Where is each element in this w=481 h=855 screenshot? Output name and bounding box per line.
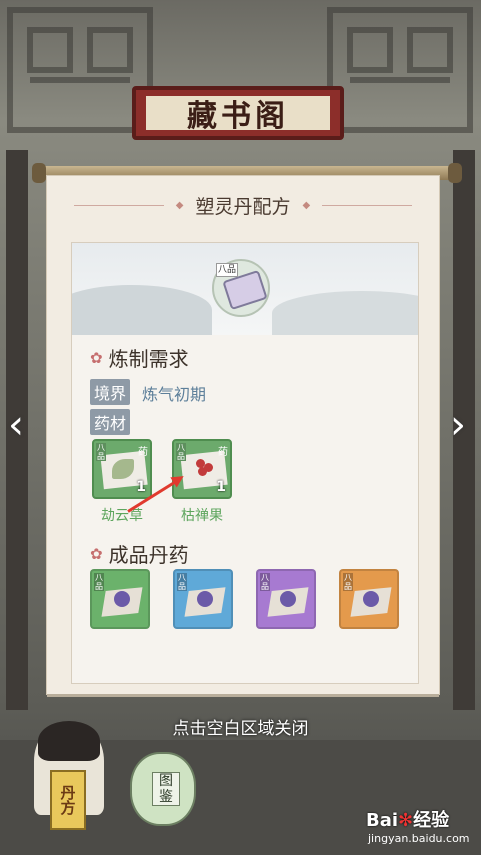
recipe-scroll-icon: 八品 — [212, 259, 270, 317]
product-pill-slot-2[interactable]: 八品 — [173, 569, 233, 629]
pill-icon — [114, 591, 130, 607]
watermark-logo-suffix: 经验 — [413, 810, 450, 831]
products-title: 成品丹药 — [108, 543, 189, 567]
requirements-title: 炼制需求 — [108, 347, 189, 371]
mountain-shape — [72, 285, 212, 335]
grade-tag: 八品 — [176, 443, 186, 461]
grade-tag: 八品 — [96, 443, 106, 461]
title-line-right — [322, 204, 413, 206]
baidu-watermark: Bai✻经验 jingyan.baidu.com — [366, 806, 478, 850]
products-heading: ✿ 成品丹药 — [90, 539, 189, 568]
material-slot-1[interactable]: 八品 药 1 — [92, 439, 152, 499]
pill-icon — [280, 591, 296, 607]
scroll-rod-cap-right — [448, 163, 462, 183]
recipe-title: 塑灵丹配方 — [195, 195, 291, 218]
next-page-button[interactable]: › — [450, 405, 476, 445]
building-plaque: 藏书阁 — [132, 86, 344, 140]
prev-page-button[interactable]: ‹ — [8, 405, 34, 445]
title-diamond-icon: ◆ — [175, 199, 184, 211]
material-name-1: 劫云草 — [101, 508, 143, 524]
pill-icon — [197, 591, 213, 607]
grade-tag: 八品 — [94, 573, 104, 591]
flower-icon: ✿ — [90, 348, 103, 367]
recipe-panel: 八品 ✿ 炼制需求 境界 炼气初期 药材 八品 药 1 劫云草 八品 药 1 枯… — [71, 242, 419, 684]
flower-icon: ✿ — [90, 544, 103, 563]
watermark-logo: Bai✻经验 — [366, 806, 449, 832]
scroll-rod-cap-left — [32, 163, 46, 183]
recipe-scroll: ◆ 塑灵丹配方 ◆ 八品 ✿ 炼制需求 境界 炼气初期 药材 八品 药 1 劫云… — [47, 176, 439, 694]
requirements-heading: ✿ 炼制需求 — [90, 343, 189, 372]
recipe-book-button[interactable]: 丹方 — [50, 770, 86, 830]
character-hair — [38, 721, 100, 761]
catalog-button-label: 图鉴 — [152, 772, 180, 806]
realm-label: 境界 — [90, 379, 131, 405]
recipe-grade-tag: 八品 — [216, 263, 239, 277]
material-qty: 1 — [216, 479, 226, 495]
title-diamond-icon: ◆ — [302, 199, 311, 211]
grade-tag: 八品 — [260, 573, 270, 591]
mountain-shape — [272, 291, 418, 335]
watermark-logo-prefix: Bai — [366, 810, 399, 831]
kind-tag: 药 — [218, 447, 228, 458]
paw-icon: ✻ — [398, 810, 414, 831]
product-pill-slot-1[interactable]: 八品 — [90, 569, 150, 629]
kind-tag: 药 — [138, 447, 148, 458]
recipe-banner: 八品 — [72, 243, 418, 335]
title-line-left — [73, 204, 164, 206]
scroll-title-row: ◆ 塑灵丹配方 ◆ — [47, 190, 439, 220]
grade-tag: 八品 — [177, 573, 187, 591]
realm-value: 炼气初期 — [142, 385, 207, 404]
material-slot-2[interactable]: 八品 药 1 — [172, 439, 232, 499]
product-pill-slot-4[interactable]: 八品 — [339, 569, 399, 629]
watermark-url: jingyan.baidu.com — [368, 832, 470, 845]
material-qty: 1 — [136, 479, 146, 495]
product-pill-slot-3[interactable]: 八品 — [256, 569, 316, 629]
plaque-text: 藏书阁 — [146, 96, 330, 134]
materials-label: 药材 — [90, 409, 131, 435]
catalog-button[interactable]: 图鉴 — [130, 752, 196, 826]
pill-icon — [363, 591, 379, 607]
material-name-2: 枯禅果 — [181, 508, 223, 524]
grade-tag: 八品 — [343, 573, 353, 591]
